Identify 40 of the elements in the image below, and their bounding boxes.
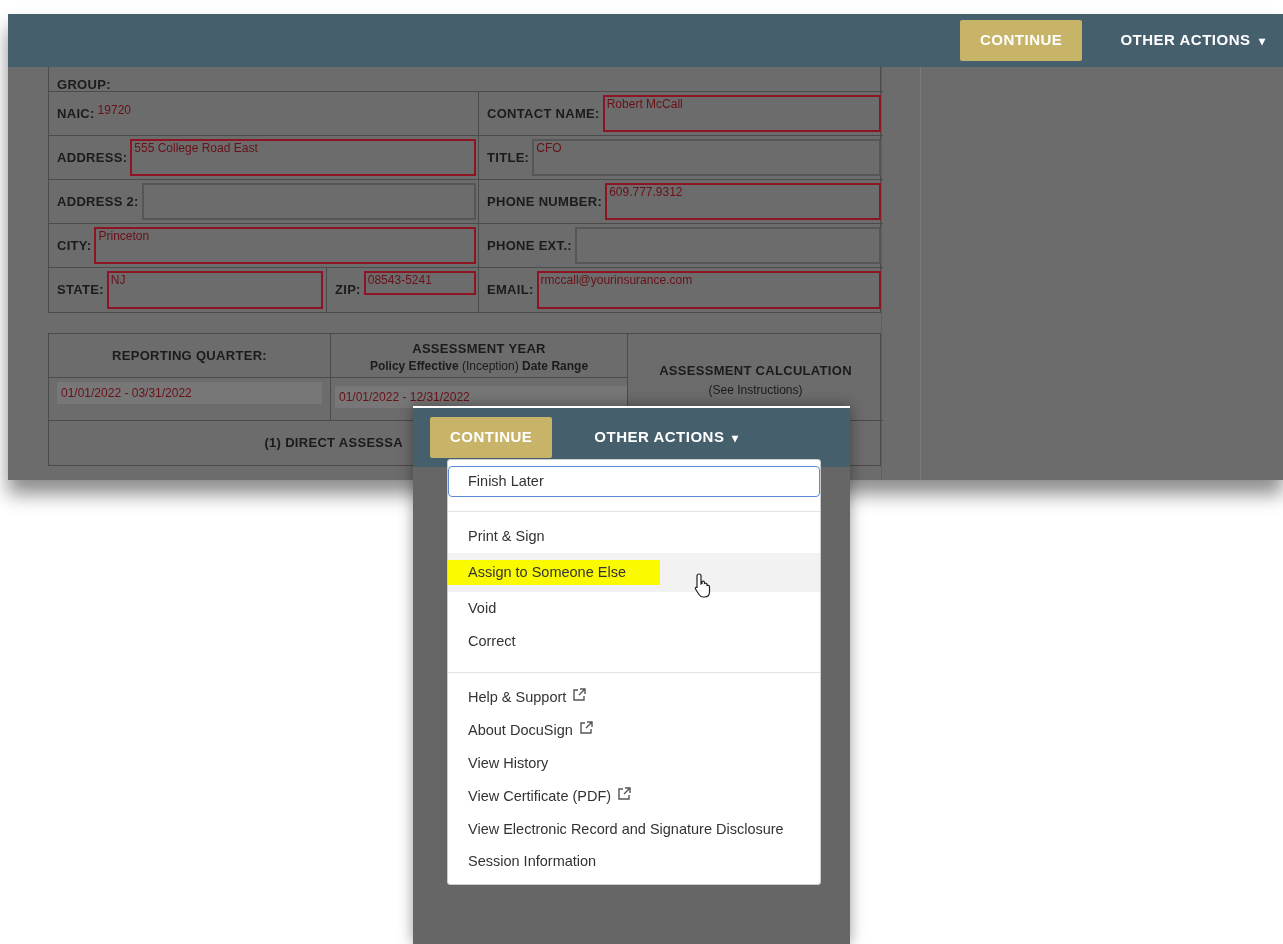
menu-item[interactable]: Finish Later (448, 466, 820, 497)
field-label: EMAIL: (487, 281, 534, 300)
caret-icon: ▾ (732, 428, 739, 447)
menu-item[interactable]: Print & Sign (448, 520, 820, 553)
column-header: ASSESSMENT YEAR (411, 340, 547, 358)
field-label: CITY: (57, 236, 92, 255)
input-field[interactable] (574, 227, 881, 264)
menu-item[interactable]: Assign to Someone Else (448, 553, 820, 592)
menu-item[interactable]: Help & Support (448, 681, 820, 714)
field-label: ADDRESS 2: (57, 192, 139, 211)
column-header: REPORTING QUARTER: (112, 346, 267, 365)
menu-item[interactable]: Correct (448, 625, 820, 658)
column-subheader: (See Instructions) (707, 381, 804, 399)
external-link-icon (578, 720, 594, 735)
column-header: ASSESSMENT CALCULATION (658, 362, 853, 381)
menu-item[interactable]: About DocuSign (448, 714, 820, 747)
other-actions-button[interactable]: OTHER ACTIONS ▾ (594, 426, 739, 449)
menu-item[interactable]: Void (448, 592, 820, 625)
external-link-icon (617, 786, 633, 801)
field-label: STATE: (57, 281, 104, 300)
menu-item[interactable]: View Certificate (PDF) (448, 780, 820, 813)
date-range-field: 01/01/2022 - 12/31/2022 (335, 386, 627, 408)
menu-item[interactable]: View History (448, 747, 820, 780)
date-range-field: 01/01/2022 - 03/31/2022 (57, 382, 322, 404)
menu-item[interactable]: View Electronic Record and Signature Disclosure (448, 813, 820, 845)
field-label: PHONE EXT.: (487, 236, 572, 255)
other-actions-button[interactable]: OTHER ACTIONS ▾ (1120, 29, 1265, 52)
field-label: GROUP: (57, 75, 111, 91)
field-label: CONTACT NAME: (487, 104, 600, 123)
field-label: ZIP: (335, 281, 361, 300)
field-label: ADDRESS: (57, 148, 128, 167)
field-label: NAIC: (57, 104, 95, 123)
column-subheader: Policy Effective (Inception) Date Range (368, 358, 590, 373)
external-link-icon (572, 687, 588, 702)
field-label: PHONE NUMBER: (487, 192, 603, 211)
field-label: TITLE: (487, 148, 530, 167)
row-label: (1) DIRECT ASSESSA (264, 434, 403, 453)
caret-icon: ▾ (1258, 31, 1265, 50)
field-value: 19720 (97, 102, 131, 119)
menu-item[interactable]: Session Information (448, 845, 820, 878)
